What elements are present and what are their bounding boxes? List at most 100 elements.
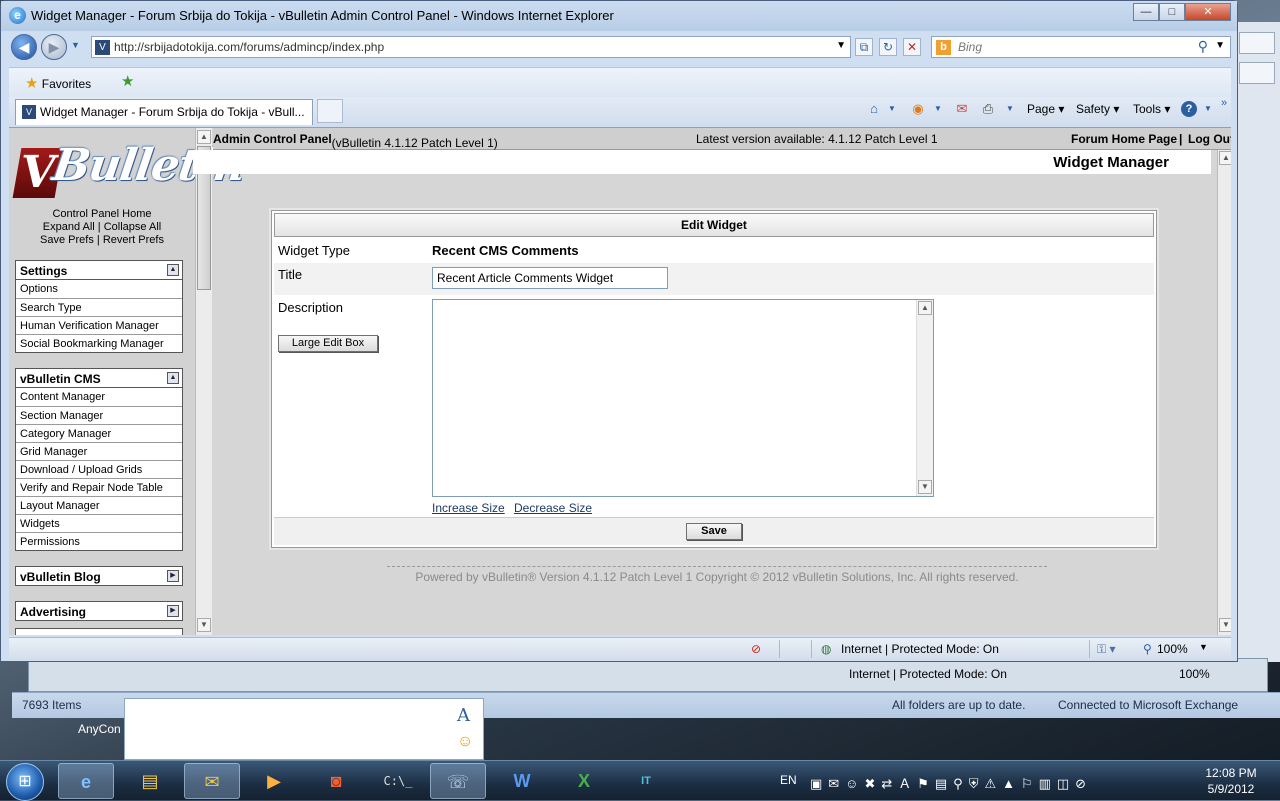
nav-item-verify-repair[interactable]: Verify and Repair Node Table — [16, 478, 182, 496]
expand-all-link[interactable]: Expand All — [43, 221, 95, 233]
nav-item-widgets[interactable]: Widgets — [16, 514, 182, 532]
scroll-up-icon[interactable]: ▲ — [1219, 151, 1231, 165]
nav-group-header[interactable]: vBulletin CMS ▲ — [15, 368, 183, 388]
nav-item-permissions[interactable]: Permissions — [16, 532, 182, 550]
home-dropdown-icon[interactable]: ▼ — [883, 100, 901, 118]
save-button[interactable]: Save — [686, 523, 742, 540]
history-dropdown-icon[interactable]: ▼ — [71, 40, 80, 50]
feeds-dropdown-icon[interactable]: ▼ — [929, 100, 947, 118]
collapse-all-link[interactable]: Collapse All — [104, 221, 161, 233]
forward-button[interactable]: ▶ — [41, 34, 67, 60]
tab-widget-manager[interactable]: V Widget Manager - Forum Srbija do Tokij… — [15, 99, 313, 125]
url-text: http://srbijadotokija.com/forums/admincp… — [114, 40, 385, 54]
collapse-icon[interactable]: ▲ — [167, 264, 179, 276]
nav-item-grid-manager[interactable]: Grid Manager — [16, 442, 182, 460]
taskbar-media[interactable]: ▶ — [246, 763, 302, 799]
nav-item-download-upload-grids[interactable]: Download / Upload Grids — [16, 460, 182, 478]
minimize-button[interactable]: — — [1133, 3, 1159, 21]
nav-group-header[interactable]: vBulletin Blog ▶ — [15, 566, 183, 586]
nav-group-header[interactable] — [15, 628, 183, 635]
taskbar-presentation[interactable]: ◙ — [308, 763, 364, 799]
search-icon[interactable]: ⚲ — [1198, 38, 1208, 55]
increase-size-link[interactable]: Increase Size — [432, 501, 505, 515]
tools-menu[interactable]: Tools ▾ — [1133, 102, 1170, 116]
mail-icon[interactable]: ✉ — [953, 100, 971, 118]
home-icon[interactable]: ⌂ — [865, 100, 883, 118]
ie-icon: e — [9, 7, 26, 24]
zoom-dropdown-icon[interactable]: ▼ — [1199, 642, 1208, 652]
content-scrollbar[interactable]: ▲ ▼ — [1217, 150, 1231, 635]
revert-prefs-link[interactable]: Revert Prefs — [103, 234, 164, 246]
font-icon[interactable]: A — [457, 705, 470, 726]
close-button[interactable]: ✕ — [1185, 3, 1231, 21]
start-button[interactable]: ⊞ — [6, 763, 44, 801]
refresh-icon[interactable]: ↻ — [879, 38, 897, 56]
print-dropdown-icon[interactable]: ▼ — [1001, 100, 1019, 118]
nav-item-layout-manager[interactable]: Layout Manager — [16, 496, 182, 514]
stop-icon[interactable]: ✕ — [903, 38, 921, 56]
nav-item-social-bookmarking[interactable]: Social Bookmarking Manager — [16, 334, 182, 352]
taskbar-explorer[interactable]: ▤ — [122, 763, 178, 799]
nav-item-section-manager[interactable]: Section Manager — [16, 406, 182, 424]
expand-icon[interactable]: ▶ — [167, 605, 179, 617]
new-tab-button[interactable] — [317, 99, 343, 123]
emoticon-icon[interactable]: ☺ — [457, 733, 473, 751]
scroll-down-icon[interactable]: ▼ — [197, 618, 211, 632]
address-input[interactable]: V http://srbijadotokija.com/forums/admin… — [91, 36, 851, 58]
taskbar-it-help[interactable]: IT — [618, 763, 674, 799]
large-edit-box-button[interactable]: Large Edit Box — [278, 335, 378, 352]
search-input[interactable]: b Bing ⚲ ▼ — [931, 36, 1231, 58]
log-out-link[interactable]: Log Out — [1188, 132, 1231, 146]
nav-item-search-type[interactable]: Search Type — [16, 298, 182, 316]
control-panel-home-link[interactable]: Control Panel Home — [9, 208, 195, 221]
privacy-icon[interactable]: ⊘ — [751, 642, 761, 656]
nav-item-content-manager[interactable]: Content Manager — [16, 388, 182, 406]
taskbar-word[interactable]: W — [494, 763, 550, 799]
title-field[interactable] — [432, 267, 668, 289]
decrease-size-link[interactable]: Decrease Size — [514, 501, 592, 515]
safety-menu[interactable]: Safety ▾ — [1076, 102, 1119, 116]
forum-home-link[interactable]: Forum Home Page — [1071, 132, 1177, 146]
scroll-up-icon[interactable]: ▲ — [197, 130, 211, 144]
back-button[interactable]: ◀ — [11, 34, 37, 60]
search-dropdown-icon[interactable]: ▼ — [1215, 40, 1225, 51]
textarea-scrollbar[interactable]: ▲ ▼ — [916, 300, 933, 496]
save-prefs-link[interactable]: Save Prefs — [40, 234, 94, 246]
taskbar-cmd[interactable]: C:\_ — [370, 763, 426, 799]
language-indicator[interactable]: EN — [780, 773, 797, 787]
nav-group-header[interactable]: Settings ▲ — [15, 260, 183, 280]
scroll-down-icon[interactable]: ▼ — [918, 480, 932, 494]
description-textarea[interactable]: ▲ ▼ — [432, 299, 934, 497]
nav-item-human-verification[interactable]: Human Verification Manager — [16, 316, 182, 334]
ie-status-bar: ⊘ ◍ Internet | Protected Mode: On ⚿ ▾ ⚲ … — [9, 637, 1231, 659]
chat-input-box[interactable]: A ☺ — [124, 698, 484, 760]
protected-mode-icon[interactable]: ⚿ ▾ — [1097, 642, 1116, 657]
taskbar-excel[interactable]: X — [556, 763, 612, 799]
taskbar-outlook[interactable]: ✉ — [184, 763, 240, 799]
main-content: Admin Control Panel (vBulletin 4.1.12 Pa… — [193, 128, 1231, 635]
zoom-level[interactable]: 100% — [1157, 642, 1188, 656]
maximize-button[interactable]: □ — [1159, 3, 1185, 21]
page-menu[interactable]: Page ▾ — [1027, 102, 1064, 116]
address-dropdown-icon[interactable]: ▼ — [836, 40, 846, 51]
favorites-button[interactable]: ★ Favorites — [25, 74, 91, 92]
taskbar-communicator[interactable]: ☏ — [430, 763, 486, 799]
scroll-down-icon[interactable]: ▼ — [1219, 618, 1231, 632]
help-icon[interactable]: ? — [1181, 101, 1197, 117]
chevron-more-icon[interactable]: » — [1215, 94, 1233, 112]
sidebar-scrollbar[interactable]: ▲ ▼ — [195, 128, 212, 635]
nav-item-options[interactable]: Options — [16, 280, 182, 298]
add-to-favorites-icon[interactable]: ★ — [121, 72, 134, 90]
taskbar-ie[interactable]: e — [58, 763, 114, 799]
expand-icon[interactable]: ▶ — [167, 570, 179, 582]
clock[interactable]: 12:08 PM 5/9/2012 — [1196, 765, 1266, 797]
scroll-up-icon[interactable]: ▲ — [918, 301, 932, 315]
feeds-icon[interactable]: ◉ — [909, 100, 927, 118]
print-icon[interactable]: ⎙ — [979, 100, 997, 118]
tray-icons[interactable]: ▣✉☺✖⇄Ａ⚑▤⚲⛨⚠▲⚐▥◫⊘ — [810, 773, 1092, 792]
nav-item-category-manager[interactable]: Category Manager — [16, 424, 182, 442]
compatibility-view-icon[interactable]: ⧉ — [855, 38, 873, 56]
nav-group-header[interactable]: Advertising ▶ — [15, 601, 183, 621]
collapse-icon[interactable]: ▲ — [167, 372, 179, 384]
content-viewport: V Bulletin Control Panel Home Expand All… — [9, 127, 1231, 635]
